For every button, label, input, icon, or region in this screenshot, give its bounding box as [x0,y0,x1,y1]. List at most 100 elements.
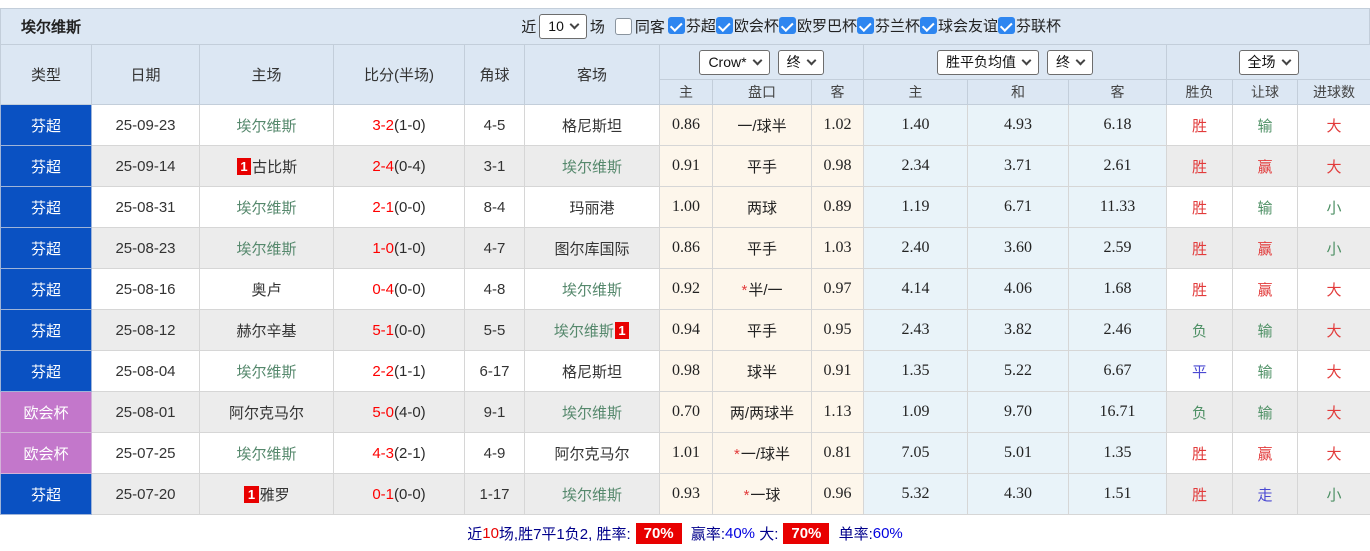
checkbox-icon[interactable] [998,17,1015,34]
league-filter-item[interactable]: 欧会杯 [716,15,779,36]
handicap-text: 半/一 [748,282,782,299]
chevron-down-icon [806,55,816,65]
handicap-result-cell: 赢 [1233,433,1298,474]
corners-cell: 8-4 [465,187,525,228]
home-team-name: 埃尔维斯 [236,446,296,463]
mean-home-cell: 7.05 [864,433,968,474]
fulltime-score: 2-4 [372,158,394,175]
odds-away-cell: 0.89 [812,187,864,228]
result-cell: 胜 [1167,146,1233,187]
away-team-name: 埃尔维斯 [562,405,622,422]
away-team-name: 玛丽港 [569,200,614,217]
date-cell: 25-09-14 [92,146,200,187]
date-cell: 25-07-20 [92,474,200,515]
mean-home-cell: 2.34 [864,146,968,187]
score-cell: 5-1(0-0) [334,310,465,351]
home-team-cell: 赫尔辛基 [200,310,334,351]
mean-draw-cell: 5.01 [968,433,1069,474]
league-filter-item[interactable]: 芬超 [668,15,716,36]
corners-cell: 4-7 [465,228,525,269]
away-team-name: 格尼斯坦 [562,118,622,135]
mean-select[interactable]: 胜平负均值 [937,50,1039,75]
handicap-result-cell: 输 [1233,187,1298,228]
away-team-cell: 埃尔维斯1 [525,310,660,351]
subcol-mean-draw: 和 [968,80,1069,105]
odds-away-cell: 1.13 [812,392,864,433]
checkbox-icon[interactable] [716,17,733,34]
checkbox-icon[interactable] [668,17,685,34]
date-cell: 25-08-31 [92,187,200,228]
home-team-name: 埃尔维斯 [236,364,296,381]
score-cell: 0-1(0-0) [334,474,465,515]
result-cell: 胜 [1167,433,1233,474]
recent-count-select[interactable]: 10 [539,14,587,39]
mean-time-select[interactable]: 终 [1047,50,1093,75]
away-team-name: 格尼斯坦 [562,364,622,381]
same-away-checkbox[interactable] [615,18,632,35]
mean-away-cell: 16.71 [1069,392,1167,433]
odds-away-cell: 0.96 [812,474,864,515]
col-header-home: 主场 [200,45,334,105]
handicap-cell: 球半 [713,351,812,392]
col-header-type: 类型 [1,45,92,105]
mean-home-cell: 2.43 [864,310,968,351]
checkbox-icon[interactable] [779,17,796,34]
corners-cell: 1-17 [465,474,525,515]
away-team-name: 埃尔维斯 [562,282,622,299]
league-cell: 芬超 [1,105,92,146]
goals-result-cell: 大 [1298,351,1370,392]
handicap-result-cell: 输 [1233,392,1298,433]
odds-home-cell: 0.98 [660,351,713,392]
col-header-date: 日期 [92,45,200,105]
checkbox-icon[interactable] [857,17,874,34]
halftime-score: (2-1) [394,445,426,462]
odds-away-cell: 0.81 [812,433,864,474]
odds-home-cell: 0.86 [660,228,713,269]
corners-cell: 9-1 [465,392,525,433]
home-team-name: 赫尔辛基 [236,323,296,340]
red-card-badge: 1 [244,486,258,503]
league-filter-item[interactable]: 芬联杯 [998,15,1061,36]
league-filter-item[interactable]: 芬兰杯 [857,15,920,36]
goals-result-cell: 大 [1298,269,1370,310]
col-header-score: 比分(半场) [334,45,465,105]
league-filter-label: 欧会杯 [734,15,779,36]
odds-home-cell: 0.86 [660,105,713,146]
league-filter-item[interactable]: 球会友谊 [920,15,998,36]
mean-draw-cell: 4.30 [968,474,1069,515]
corners-cell: 5-5 [465,310,525,351]
star-mark: * [741,282,747,299]
mean-home-cell: 1.19 [864,187,968,228]
odds-home-cell: 0.94 [660,310,713,351]
home-team-cell: 1雅罗 [200,474,334,515]
subcol-handicap: 盘口 [713,80,812,105]
handicap-cell: 两/两球半 [713,392,812,433]
date-cell: 25-09-23 [92,105,200,146]
corners-cell: 6-17 [465,351,525,392]
checkbox-icon[interactable] [920,17,937,34]
home-team-cell: 埃尔维斯 [200,105,334,146]
date-cell: 25-08-04 [92,351,200,392]
chevron-down-icon [752,55,762,65]
matches-label: 场 [590,16,605,37]
summary-segment: 60% [873,525,903,542]
away-team-cell: 图尔库国际 [525,228,660,269]
home-team-name: 埃尔维斯 [236,118,296,135]
handicap-text: 一/球半 [741,446,790,463]
mean-away-cell: 2.59 [1069,228,1167,269]
handicap-text: 平手 [747,323,777,340]
home-team-cell: 阿尔克马尔 [200,392,334,433]
odds-away-cell: 0.91 [812,351,864,392]
chevron-down-icon [569,20,579,30]
mean-home-cell: 1.40 [864,105,968,146]
date-cell: 25-08-16 [92,269,200,310]
odds-time-select[interactable]: 终 [778,50,824,75]
corners-cell: 4-9 [465,433,525,474]
bookmaker-select[interactable]: Crow* [699,50,769,75]
odds-controls-header: Crow* 终 [660,45,864,80]
scope-select[interactable]: 全场 [1239,50,1299,75]
handicap-cell: *一/球半 [713,433,812,474]
league-filter-item[interactable]: 欧罗巴杯 [779,15,857,36]
odds-home-cell: 0.93 [660,474,713,515]
subcol-goals: 进球数 [1298,80,1370,105]
